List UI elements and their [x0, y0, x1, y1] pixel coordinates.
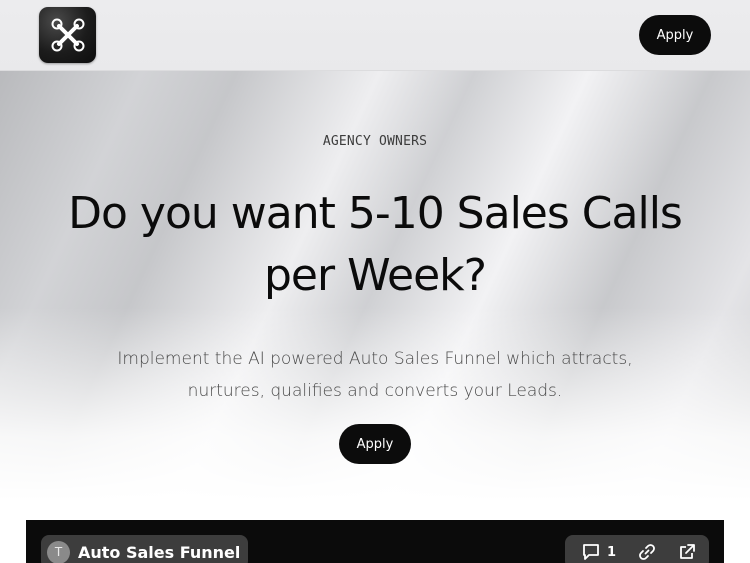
comments-button[interactable]: 1	[581, 542, 616, 562]
apply-button-header[interactable]: Apply	[639, 15, 711, 55]
video-title-chip[interactable]: T Auto Sales Funnel	[41, 535, 249, 563]
hero-subtext: Implement the AI powered Auto Sales Funn…	[95, 343, 655, 407]
video-embed[interactable]: T Auto Sales Funnel 1	[26, 520, 724, 563]
hero-eyebrow: AGENCY OWNERS	[322, 134, 428, 149]
headline-line-2: per Week?	[264, 250, 487, 301]
logo[interactable]	[39, 7, 96, 63]
subtext-line-1: Implement the AI powered Auto Sales Funn…	[117, 349, 633, 369]
apply-button-hero[interactable]: Apply	[339, 424, 411, 464]
top-navigation-bar: Apply	[0, 0, 750, 71]
video-toolbar: 1	[565, 535, 709, 563]
comment-icon	[583, 544, 599, 560]
avatar: T	[47, 540, 70, 563]
external-link-icon	[680, 544, 695, 559]
link-icon	[638, 544, 655, 560]
headline-line-1: Do you want 5-10 Sales Calls	[68, 188, 683, 239]
drone-x-icon	[51, 18, 84, 52]
video-title[interactable]: Auto Sales Funnel	[78, 543, 240, 562]
copy-link-button[interactable]	[637, 542, 657, 562]
open-external-button[interactable]	[677, 542, 697, 562]
comment-count: 1	[607, 544, 617, 560]
subtext-line-2: nurtures, qualifies and converts your Le…	[187, 381, 563, 401]
hero-headline: Do you want 5-10 Sales Calls per Week?	[30, 183, 720, 307]
